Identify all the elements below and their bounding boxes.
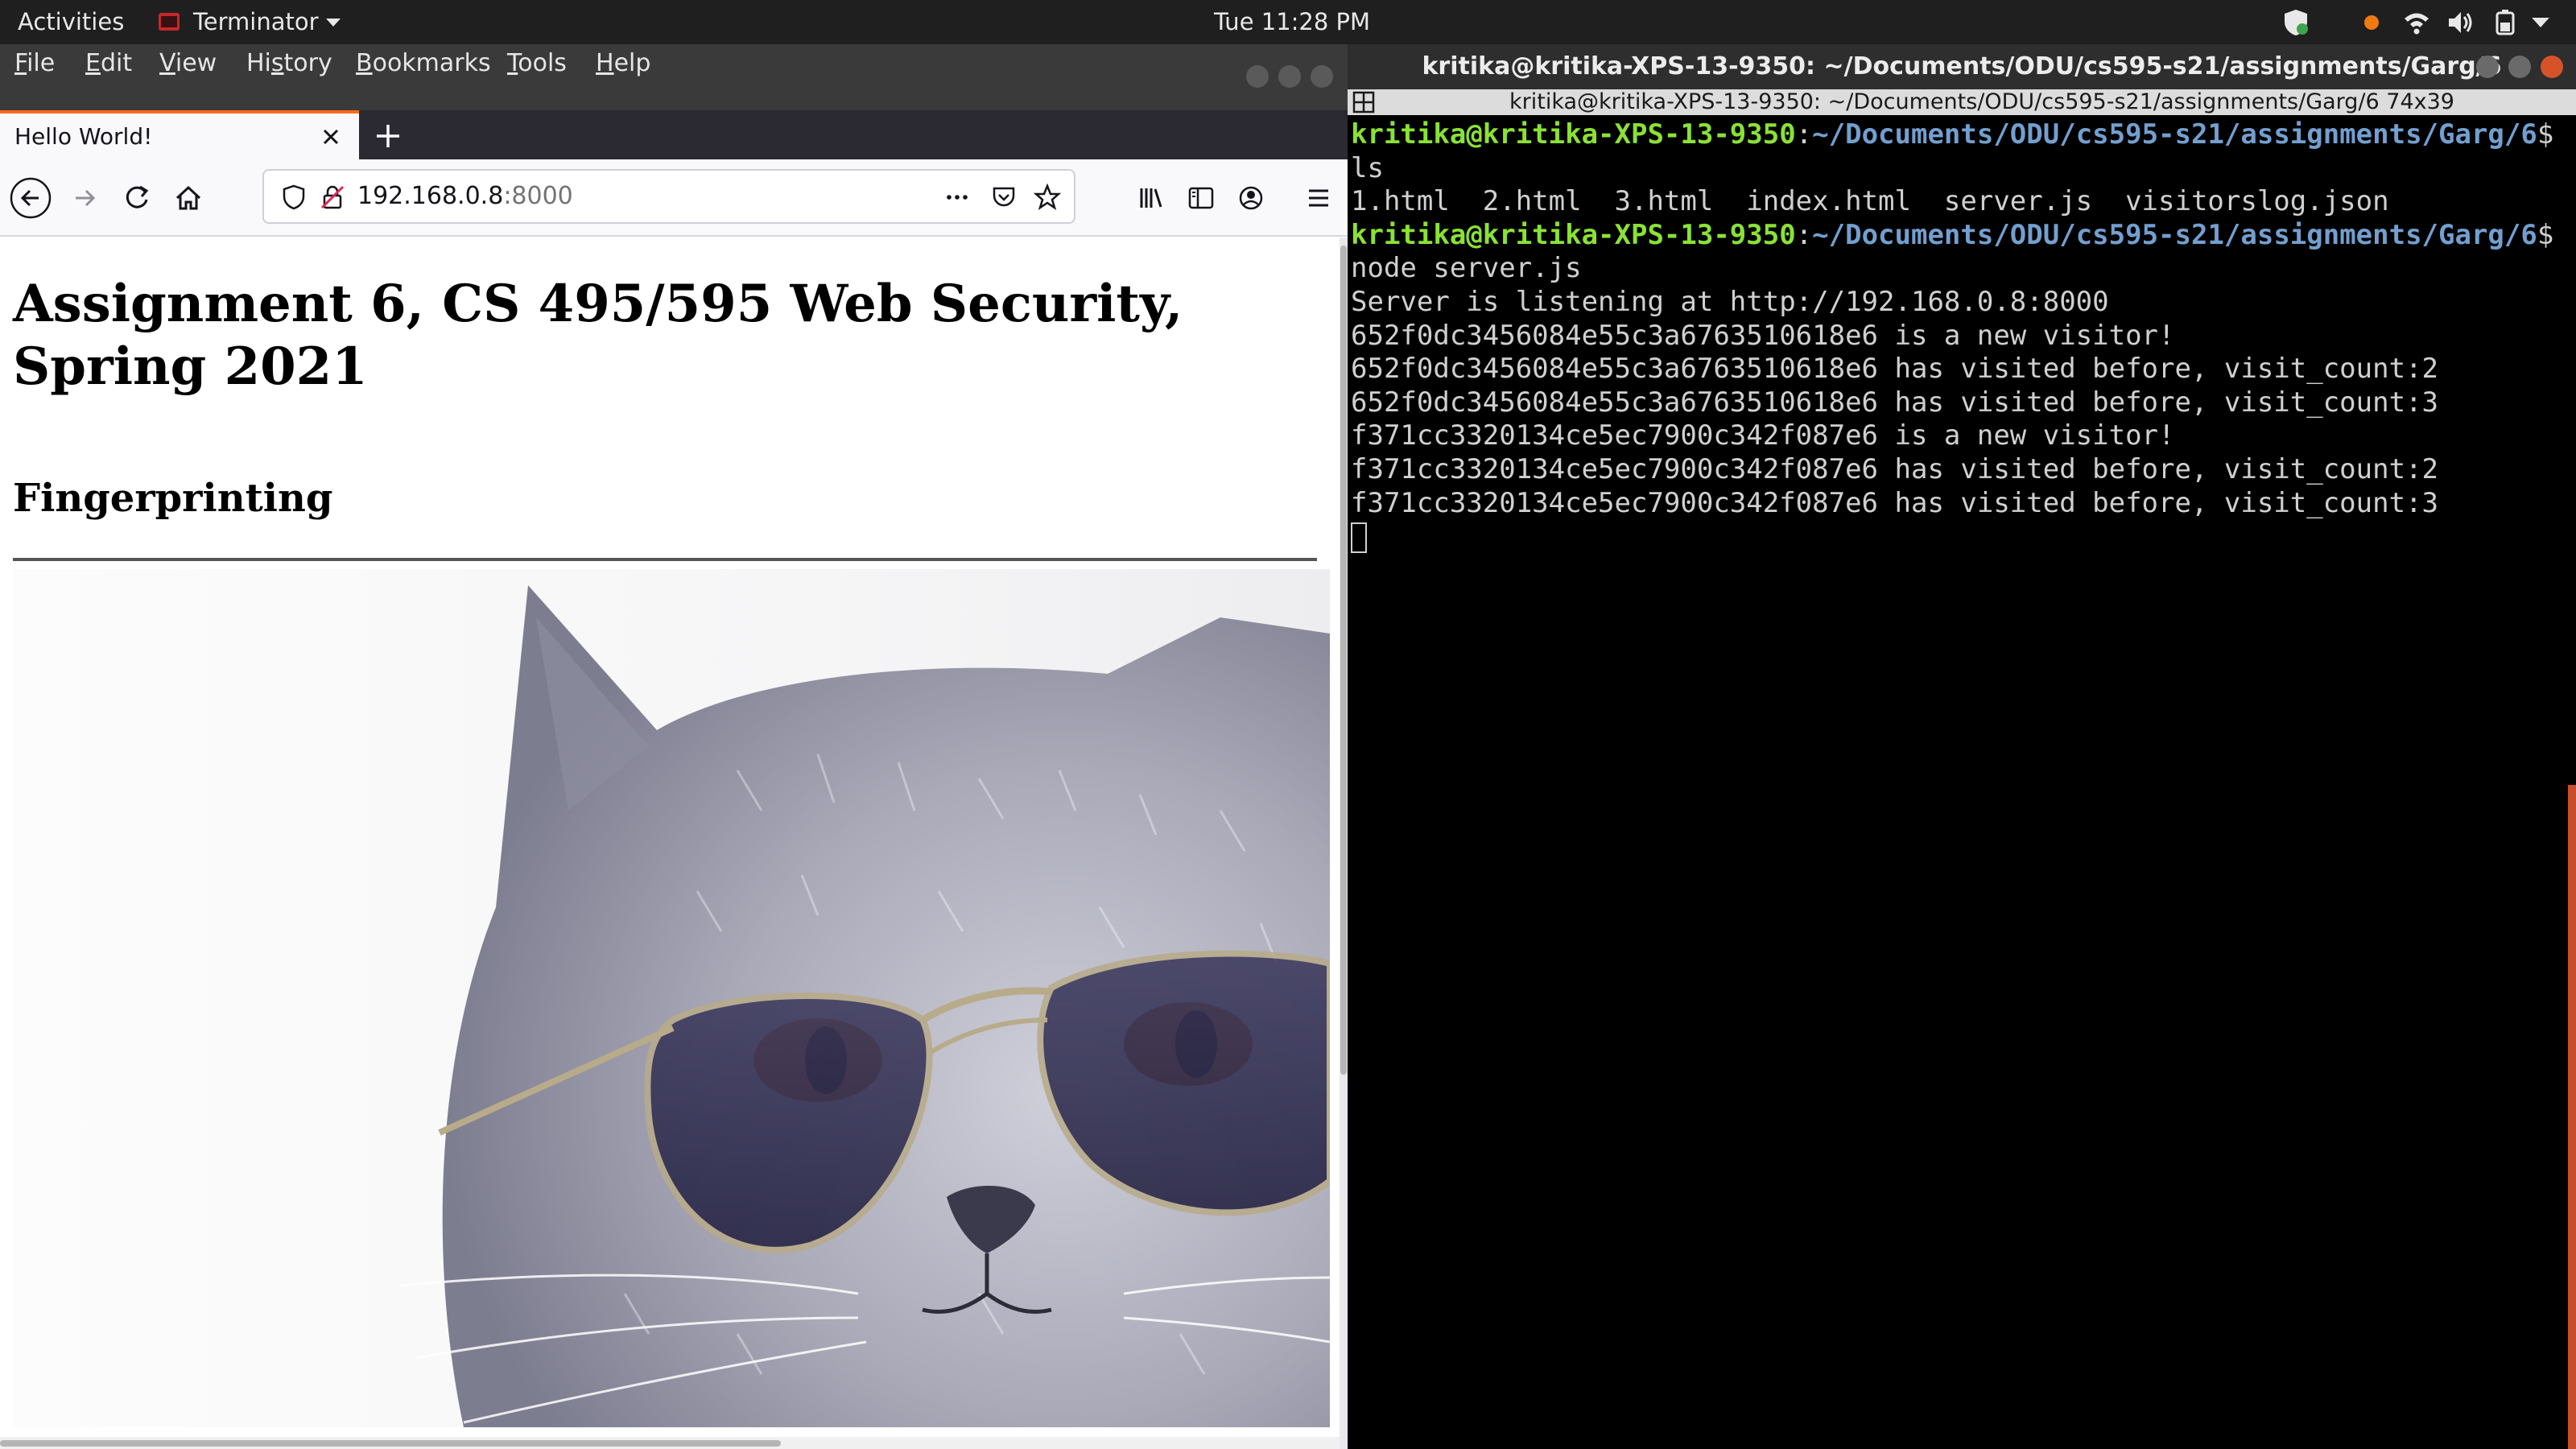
terminator-app-icon bbox=[159, 13, 180, 31]
url-port: :8000 bbox=[503, 182, 573, 210]
terminal-minimize-button[interactable] bbox=[2476, 56, 2499, 78]
page-actions-more-icon[interactable] bbox=[943, 184, 971, 211]
url-host: 192.168.0.8 bbox=[357, 182, 504, 210]
cat-illustration bbox=[398, 585, 1330, 1427]
page-vertical-scrollbar-thumb[interactable] bbox=[1340, 246, 1347, 1075]
menu-file[interactable]: File bbox=[14, 44, 55, 110]
command-line: ls bbox=[1351, 151, 1384, 184]
ls-output-line: 1.html 2.html 3.html index.html server.j… bbox=[1351, 185, 2389, 218]
gnome-top-bar: Activities Terminator Tue 11:28 PM bbox=[0, 0, 2576, 44]
shield-icon[interactable] bbox=[2281, 8, 2310, 37]
insecure-connection-lock-icon[interactable] bbox=[319, 184, 346, 211]
terminal-grid-icon[interactable] bbox=[1352, 91, 1375, 114]
library-icon[interactable] bbox=[1130, 177, 1172, 219]
pocket-icon[interactable] bbox=[990, 184, 1018, 211]
page-vertical-scrollbar[interactable] bbox=[1340, 237, 1348, 1449]
terminator-window: kritika@kritika-XPS-13-9350: ~/Documents… bbox=[1348, 44, 2576, 1449]
output-line: 652f0dc3456084e55c3a6763510618e6 has vis… bbox=[1351, 386, 2439, 419]
back-arrow-icon[interactable] bbox=[10, 177, 52, 219]
prompt-line: kritika@kritika-XPS-13-9350:~/Documents/… bbox=[1351, 218, 2554, 251]
wifi-icon[interactable] bbox=[2402, 8, 2431, 37]
url-text[interactable]: 192.168.0.8:8000 bbox=[357, 171, 573, 222]
page-heading: Assignment 6, CS 495/595 Web Security, S… bbox=[13, 274, 1183, 397]
account-icon[interactable] bbox=[1230, 177, 1272, 219]
menu-edit-accel: E bbox=[85, 49, 101, 77]
terminal-output[interactable]: kritika@kritika-XPS-13-9350:~/Documents/… bbox=[1351, 118, 2566, 554]
app-menu[interactable]: Terminator bbox=[158, 0, 399, 44]
cursor-line bbox=[1351, 520, 2566, 554]
tab-title: Hello World! bbox=[14, 123, 153, 150]
tab-bar: Hello World! bbox=[0, 110, 1348, 159]
prompt-path: ~/Documents/ODU/cs595-s21/assignments/Ga… bbox=[1812, 218, 2537, 251]
close-tab-icon[interactable] bbox=[317, 123, 345, 151]
menu-file-accel: F bbox=[14, 49, 27, 77]
menu-history-accel: s bbox=[270, 49, 284, 77]
page-content: Assignment 6, CS 495/595 Web Security, S… bbox=[0, 237, 1348, 1449]
sidebar-icon[interactable] bbox=[1180, 177, 1222, 219]
horizontal-rule bbox=[13, 558, 1317, 561]
menu-view[interactable]: View bbox=[159, 44, 217, 110]
page-horizontal-scrollbar-thumb[interactable] bbox=[0, 1440, 781, 1447]
output-line: f371cc3320134ce5ec7900c342f087e6 has vis… bbox=[1351, 452, 2439, 485]
prompt-user: kritika@kritika-XPS-13-9350 bbox=[1351, 118, 1796, 151]
hamburger-menu-icon[interactable] bbox=[1298, 177, 1340, 219]
terminal-maximize-button[interactable] bbox=[2508, 56, 2531, 78]
system-menu-chevron-icon[interactable] bbox=[2531, 13, 2550, 32]
menu-help[interactable]: Help bbox=[596, 44, 650, 110]
minimize-button[interactable] bbox=[1246, 65, 1269, 88]
power-battery-icon[interactable] bbox=[2491, 8, 2520, 37]
terminal-cursor bbox=[1351, 522, 1367, 553]
prompt-user: kritika@kritika-XPS-13-9350 bbox=[1351, 218, 1796, 251]
app-name: Terminator bbox=[193, 8, 319, 35]
output-line: 652f0dc3456084e55c3a6763510618e6 is a ne… bbox=[1351, 319, 2175, 352]
menu-bookmarks-accel: B bbox=[356, 49, 373, 77]
command-line: node server.js bbox=[1351, 252, 1582, 285]
activities-button[interactable]: Activities bbox=[18, 0, 124, 44]
menu-edit[interactable]: Edit bbox=[85, 44, 132, 110]
menu-help-accel: H bbox=[596, 49, 614, 77]
tracking-protection-shield-icon[interactable] bbox=[280, 184, 308, 211]
navigation-toolbar: 192.168.0.8:8000 bbox=[0, 159, 1348, 237]
cat-with-sunglasses-image bbox=[13, 569, 1330, 1427]
prompt-line: kritika@kritika-XPS-13-9350:~/Documents/… bbox=[1351, 118, 2554, 151]
page-subheading: Fingerprinting bbox=[13, 476, 333, 521]
output-line: f371cc3320134ce5ec7900c342f087e6 has vis… bbox=[1351, 486, 2439, 519]
bookmark-star-icon[interactable] bbox=[1034, 184, 1061, 211]
maximize-button[interactable] bbox=[1278, 65, 1301, 88]
volume-icon[interactable] bbox=[2446, 8, 2475, 37]
terminal-title-strip: kritika@kritika-XPS-13-9350: ~/Documents… bbox=[1348, 89, 2576, 115]
terminal-title-label: kritika@kritika-XPS-13-9350: ~/Documents… bbox=[1509, 89, 2454, 114]
menu-view-accel: V bbox=[159, 49, 175, 77]
clock[interactable]: Tue 11:28 PM bbox=[1214, 0, 1370, 44]
firefox-menubar: File Edit View History Bookmarks Tools H… bbox=[0, 44, 1348, 110]
tab-hello-world[interactable]: Hello World! bbox=[0, 110, 359, 159]
terminal-window-title: kritika@kritika-XPS-13-9350: ~/Documents… bbox=[1348, 44, 2576, 89]
menu-bookmarks[interactable]: Bookmarks bbox=[356, 44, 491, 110]
firefox-window: File Edit View History Bookmarks Tools H… bbox=[0, 44, 1348, 1449]
new-tab-plus-icon[interactable] bbox=[372, 120, 404, 152]
reload-icon[interactable] bbox=[116, 177, 158, 219]
home-icon[interactable] bbox=[167, 177, 209, 219]
chevron-down-icon bbox=[326, 19, 341, 27]
output-line: f371cc3320134ce5ec7900c342f087e6 is a ne… bbox=[1351, 419, 2175, 452]
url-bar[interactable]: 192.168.0.8:8000 bbox=[262, 169, 1075, 224]
close-window-button[interactable] bbox=[1311, 65, 1333, 88]
forward-arrow-icon[interactable] bbox=[64, 177, 106, 219]
output-line: 652f0dc3456084e55c3a6763510618e6 has vis… bbox=[1351, 353, 2439, 386]
page-horizontal-scrollbar[interactable] bbox=[0, 1437, 1340, 1449]
terminal-scroll-edge[interactable] bbox=[2568, 785, 2576, 1449]
terminal-close-button[interactable] bbox=[2541, 56, 2563, 78]
menu-tools[interactable]: Tools bbox=[507, 44, 567, 110]
menu-tools-accel: T bbox=[507, 49, 518, 77]
output-line: Server is listening at http://192.168.0.… bbox=[1351, 285, 2109, 318]
notification-dot-icon[interactable] bbox=[2357, 8, 2386, 37]
prompt-path: ~/Documents/ODU/cs595-s21/assignments/Ga… bbox=[1812, 118, 2537, 151]
menu-history[interactable]: History bbox=[246, 44, 332, 110]
